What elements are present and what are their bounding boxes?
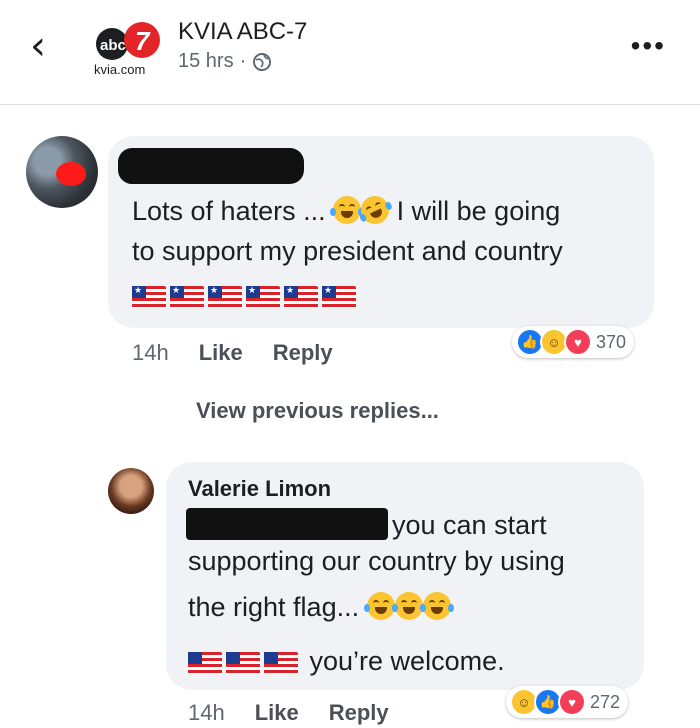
reactions-summary[interactable]: ☺ 👍 ♥ 272 <box>506 686 629 718</box>
comment-text-cont: I will be going <box>396 196 561 226</box>
reply-author-name[interactable]: Valerie Limon <box>188 476 331 502</box>
comment-text: Lots of haters ... <box>132 196 326 226</box>
laughing-tears-emoji-icon <box>419 592 454 620</box>
rolling-laughing-emoji-icon <box>356 191 394 229</box>
reply-text-line3: the right flag... <box>188 588 454 626</box>
meta-separator: · <box>239 50 247 72</box>
kvia-logo[interactable]: abc 7 kvia.com <box>90 20 164 78</box>
reply-text: the right flag... <box>188 592 360 622</box>
like-link[interactable]: Like <box>255 700 299 726</box>
globe-icon <box>253 52 272 71</box>
us-flag-icon <box>264 651 298 674</box>
us-flag-icon <box>226 651 260 674</box>
comment-text-line1: Lots of haters ... I will be going <box>132 191 561 230</box>
page-name[interactable]: KVIA ABC-7 <box>178 18 307 46</box>
post-header: ‹ abc 7 kvia.com KVIA ABC-7 15 hrs · ••• <box>0 0 700 104</box>
reply-time[interactable]: 14h <box>188 700 225 726</box>
redacted-author-name <box>118 148 304 184</box>
reply-text-line2: supporting our country by using <box>188 546 565 576</box>
like-link[interactable]: Like <box>199 340 243 366</box>
reply-link[interactable]: Reply <box>329 700 389 726</box>
love-reaction-icon: ♥ <box>564 328 592 356</box>
header-divider <box>0 104 700 105</box>
view-previous-replies-link[interactable]: View previous replies... <box>196 398 439 424</box>
more-options-icon[interactable]: ••• <box>631 30 666 62</box>
reply-text-line4: you’re welcome. <box>188 642 505 680</box>
back-arrow-icon[interactable]: ‹ <box>30 26 46 66</box>
reply-actions: 14h Like Reply <box>188 700 389 726</box>
liberia-flag-icon <box>284 285 318 308</box>
reactions-summary[interactable]: 👍 ☺ ♥ 370 <box>512 326 635 358</box>
comment-text-line2: to support my president and country <box>132 236 563 266</box>
post-meta: 15 hrs · <box>178 50 272 73</box>
reaction-count: 272 <box>590 691 621 712</box>
laughing-tears-emoji-icon <box>330 196 365 224</box>
logo-domain: kvia.com <box>94 62 145 77</box>
reaction-count: 370 <box>596 331 627 352</box>
laughing-tears-emoji-icon <box>363 592 398 620</box>
post-time[interactable]: 15 hrs <box>178 50 234 73</box>
comment-time[interactable]: 14h <box>132 340 169 366</box>
logo-abc: abc <box>100 37 126 54</box>
comment-actions: 14h Like Reply <box>132 340 333 366</box>
liberia-flag-icon <box>170 285 204 308</box>
us-flag-icon <box>188 651 222 674</box>
reply-link[interactable]: Reply <box>273 340 333 366</box>
liberia-flag-icon <box>322 285 356 308</box>
laughing-tears-emoji-icon <box>391 592 426 620</box>
liberia-flag-icon <box>246 285 280 308</box>
liberia-flag-icon <box>132 285 166 308</box>
redacted-mention <box>186 508 388 540</box>
logo-number: 7 <box>135 26 151 56</box>
reply-text: you’re welcome. <box>309 646 505 676</box>
liberia-flag-icon <box>208 285 242 308</box>
reply-text-line1: you can start <box>392 510 547 540</box>
avatar[interactable] <box>108 468 154 514</box>
love-reaction-icon: ♥ <box>558 688 586 716</box>
avatar[interactable] <box>26 136 98 208</box>
flag-row <box>132 285 360 308</box>
avatar-redaction <box>56 162 86 186</box>
